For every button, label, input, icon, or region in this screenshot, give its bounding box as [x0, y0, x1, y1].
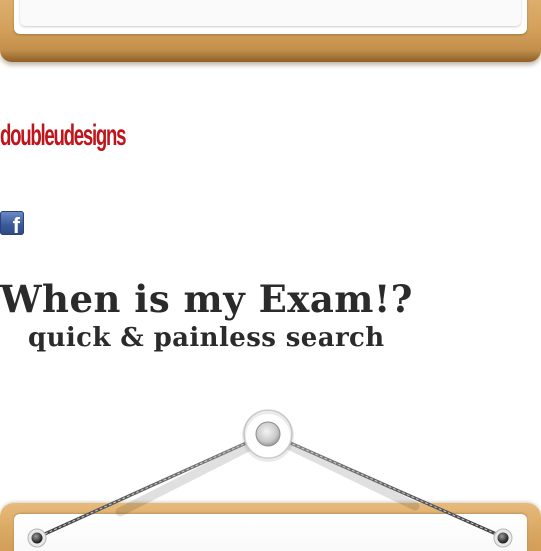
page-title: When is my Exam!? [0, 277, 413, 321]
hook-icon [242, 409, 294, 462]
top-wooden-board [0, 0, 541, 62]
right-rope [268, 432, 505, 539]
left-rope [36, 432, 268, 539]
top-paper-sheet-inner [20, 0, 521, 26]
nail-icon [27, 528, 47, 548]
site-logo[interactable]: doubleudesigns [0, 120, 126, 162]
facebook-icon-letter: f [12, 213, 20, 238]
facebook-icon[interactable]: f [0, 211, 24, 238]
nail-icon [493, 528, 513, 548]
hanging-rope-assembly [27, 409, 513, 548]
page-subtitle: quick & painless search [28, 323, 385, 353]
page: doubleudesigns f When is my Exam!? quick… [0, 0, 541, 551]
